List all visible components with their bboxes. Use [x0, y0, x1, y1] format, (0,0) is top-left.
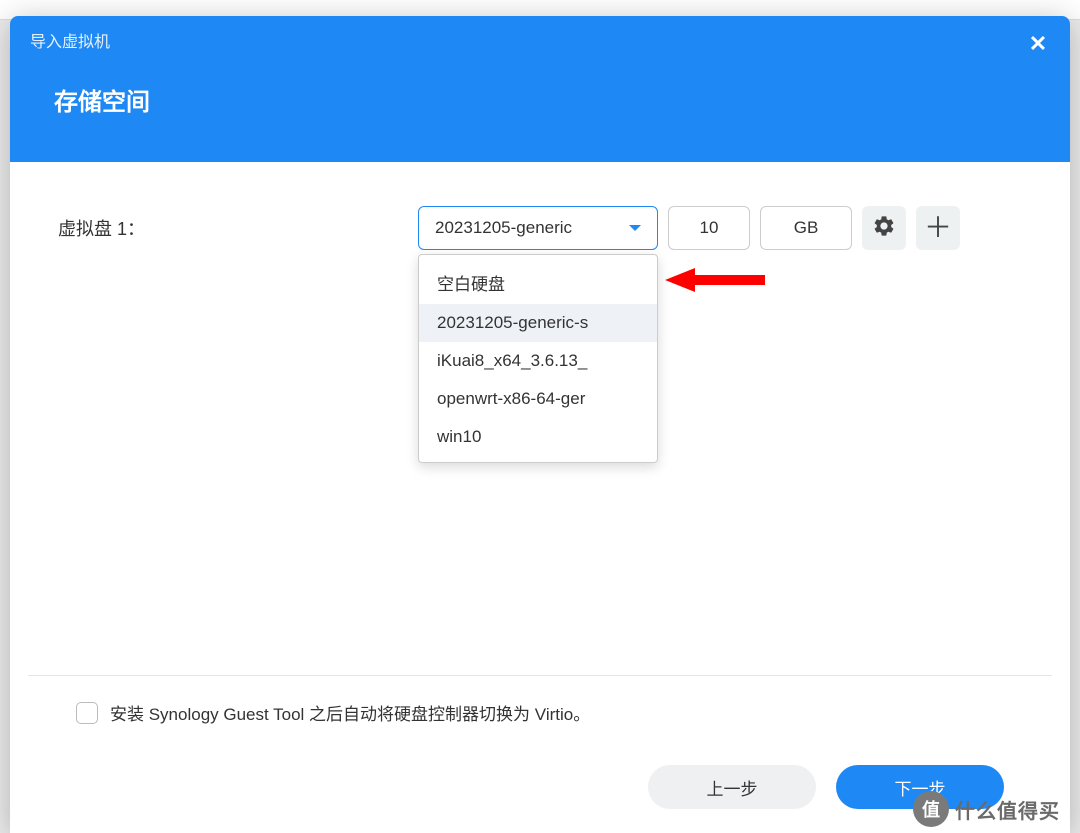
- virtio-checkbox-label: 安装 Synology Guest Tool 之后自动将硬盘控制器切换为 Vir…: [110, 700, 590, 725]
- dropdown-option-20231205[interactable]: 20231205-generic-s: [419, 304, 657, 342]
- watermark: 值 什么值得买: [913, 791, 1060, 827]
- plus-icon: ＋: [924, 214, 952, 242]
- disk-image-select-wrapper: 20231205-generic 空白硬盘 20231205-generic-s…: [418, 206, 658, 250]
- gear-icon: [872, 214, 896, 243]
- dialog-section-title: 存储空间: [10, 52, 1070, 117]
- add-disk-button[interactable]: ＋: [916, 206, 960, 250]
- watermark-text: 什么值得买: [955, 795, 1060, 824]
- virtio-checkbox-row: 安装 Synology Guest Tool 之后自动将硬盘控制器切换为 Vir…: [76, 700, 1004, 725]
- close-icon: ✕: [1029, 31, 1047, 56]
- button-row: 上一步 下一步: [76, 765, 1004, 809]
- arrow-annotation: [655, 262, 775, 317]
- arrow-icon: [655, 262, 775, 312]
- virtual-disk-label: 虚拟盘 1：: [58, 215, 408, 241]
- close-button[interactable]: ✕: [1028, 34, 1048, 54]
- dropdown-option-openwrt[interactable]: openwrt-x86-64-ger: [419, 380, 657, 418]
- dropdown-option-win10[interactable]: win10: [419, 418, 657, 456]
- dropdown-option-ikuai8[interactable]: iKuai8_x64_3.6.13_: [419, 342, 657, 380]
- watermark-badge: 值: [913, 791, 949, 827]
- prev-button[interactable]: 上一步: [648, 765, 816, 809]
- disk-size-input[interactable]: [668, 206, 750, 250]
- dialog-footer: 安装 Synology Guest Tool 之后自动将硬盘控制器切换为 Vir…: [28, 675, 1052, 833]
- import-vm-dialog: 导入虚拟机 存储空间 ✕ 虚拟盘 1： 20231205-generic 空白硬…: [10, 16, 1070, 833]
- disk-settings-button[interactable]: [862, 206, 906, 250]
- dialog-header: 导入虚拟机 存储空间 ✕: [10, 16, 1070, 162]
- disk-size-unit[interactable]: GB: [760, 206, 852, 250]
- dropdown-option-blank-disk[interactable]: 空白硬盘: [419, 261, 657, 304]
- disk-image-dropdown: 空白硬盘 20231205-generic-s iKuai8_x64_3.6.1…: [418, 254, 658, 463]
- dialog-title: 导入虚拟机: [10, 16, 1070, 52]
- virtio-checkbox[interactable]: [76, 702, 98, 724]
- virtual-disk-row: 虚拟盘 1： 20231205-generic 空白硬盘 20231205-ge…: [58, 206, 1022, 250]
- disk-image-selected-value: 20231205-generic: [435, 218, 572, 238]
- dialog-body: 虚拟盘 1： 20231205-generic 空白硬盘 20231205-ge…: [10, 162, 1070, 675]
- disk-image-select[interactable]: 20231205-generic: [418, 206, 658, 250]
- chevron-down-icon: [629, 225, 641, 231]
